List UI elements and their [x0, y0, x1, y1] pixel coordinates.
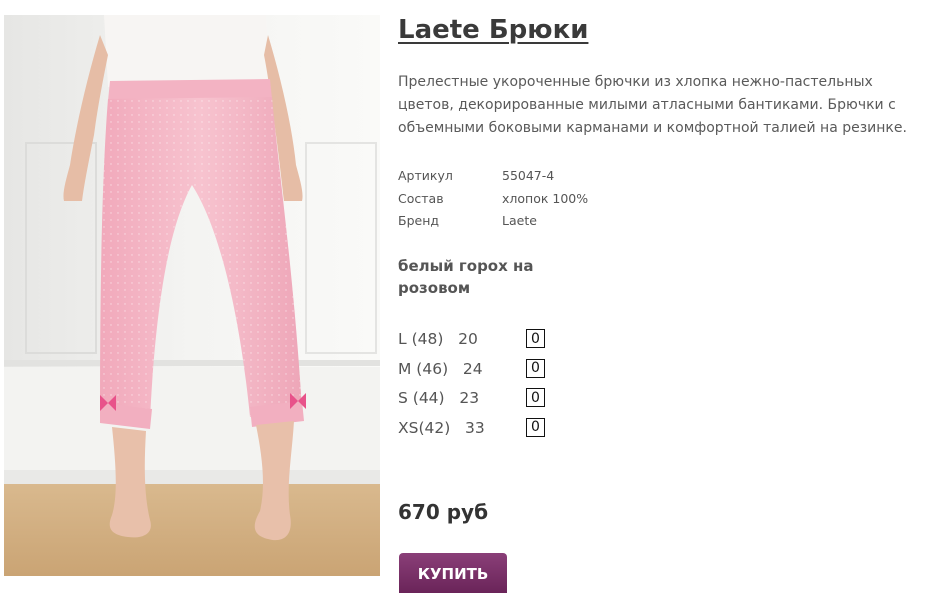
size-label: S (44) 23 — [398, 389, 480, 407]
quantity-input[interactable] — [526, 417, 545, 437]
quantity-input[interactable] — [526, 358, 545, 378]
spec-label: Артикул — [398, 168, 453, 183]
quantity-input[interactable] — [526, 388, 545, 407]
product-price: 670 руб — [398, 500, 489, 524]
spec-label: Состав — [398, 190, 444, 206]
spec-row: Артикул 55047-4 — [398, 165, 588, 188]
spec-value: хлопок 100% — [502, 190, 589, 206]
product-photo — [4, 15, 380, 576]
size-label: M (46) 24 — [398, 359, 483, 378]
size-row: S (44) 23 — [398, 387, 598, 417]
size-list: L (48) 20 M (46) 24 S (44) 23 XS(42) 33 — [398, 328, 598, 446]
size-row: M (46) 24 — [398, 358, 598, 388]
spec-row: Состав хлопок 100% — [398, 188, 588, 211]
product-title[interactable]: Laete Брюки — [398, 15, 588, 45]
spec-label: Бренд — [398, 213, 440, 228]
size-row: XS(42) 33 — [398, 417, 598, 447]
product-description: Прелестные укороченные брючки из хлопка … — [398, 74, 907, 136]
spec-value: 55047-4 — [502, 168, 555, 183]
product-specs: Артикул 55047-4 Состав хлопок 100% Бренд La… — [398, 165, 588, 233]
buy-button-label: КУПИТЬ — [417, 565, 489, 583]
color-name: белый горох на розовом — [398, 257, 534, 297]
size-label: XS(42) 33 — [398, 418, 485, 437]
spec-value: Laete — [502, 213, 537, 228]
buy-button[interactable]: КУПИТЬ — [399, 553, 507, 593]
size-row: L (48) 20 — [398, 328, 598, 358]
quantity-input[interactable] — [526, 329, 545, 348]
spec-row: Бренд Laete — [398, 210, 588, 233]
size-label: L (48) 20 — [398, 330, 478, 348]
